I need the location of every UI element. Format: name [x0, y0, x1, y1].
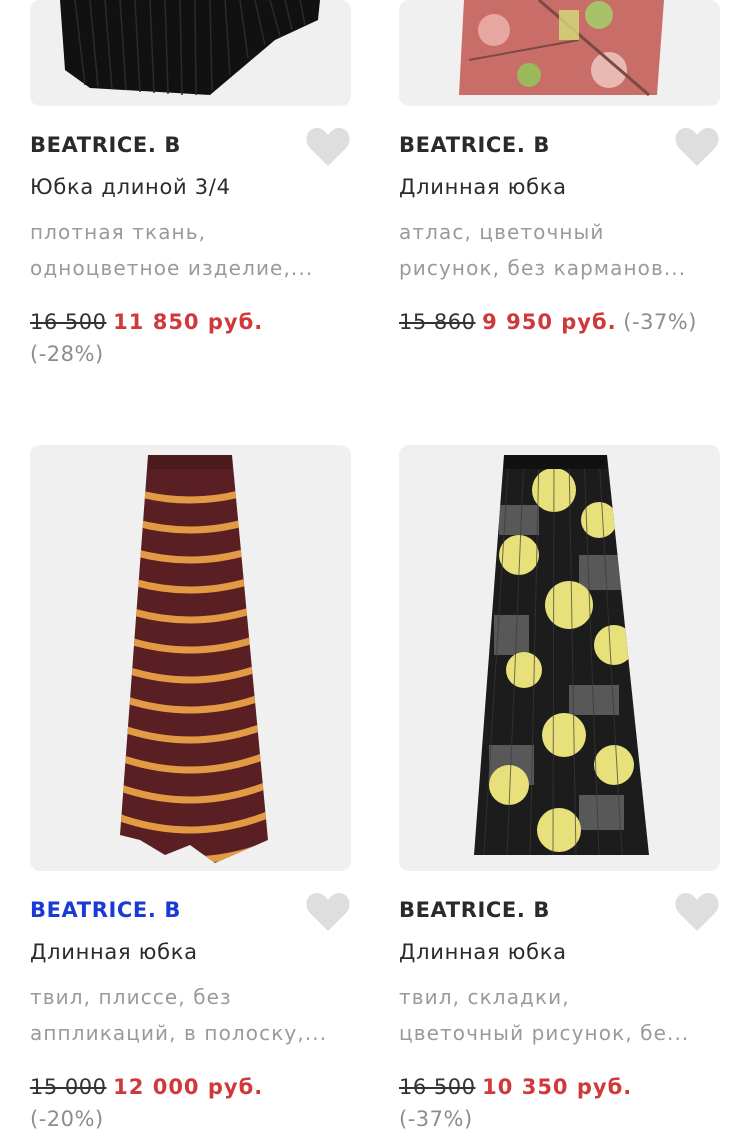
- favorite-heart-icon[interactable]: [674, 891, 720, 933]
- discount-badge: (-37%): [399, 1107, 473, 1131]
- brand-name[interactable]: BEATRICE. B: [30, 898, 181, 922]
- skirt-image: [60, 0, 320, 96]
- description-line: твил, плиссе, без: [30, 985, 232, 1009]
- product-description: плотная ткань, одноцветное изделие,...: [30, 214, 352, 286]
- product-image[interactable]: [399, 445, 720, 871]
- description-line: рисунок, без карманов...: [399, 256, 687, 280]
- brand-name[interactable]: BEATRICE. B: [30, 133, 181, 157]
- favorite-heart-icon[interactable]: [674, 126, 720, 168]
- product-title[interactable]: Юбка длиной 3/4: [30, 175, 231, 199]
- sale-price: 11 850 руб.: [113, 310, 264, 334]
- price-block: 15 860 9 950 руб. (-37%): [399, 306, 729, 338]
- discount-badge: (-28%): [30, 342, 104, 366]
- discount-badge: (-37%): [623, 310, 697, 334]
- old-price: 15 000: [30, 1075, 107, 1099]
- old-price: 15 860: [399, 310, 476, 334]
- description-line: атлас, цветочный: [399, 220, 605, 244]
- product-image[interactable]: [30, 445, 351, 871]
- description-line: твил, складки,: [399, 985, 570, 1009]
- product-description: атлас, цветочный рисунок, без карманов..…: [399, 214, 721, 286]
- price-block: 16 500 10 350 руб. (-37%): [399, 1071, 729, 1135]
- favorite-heart-icon[interactable]: [305, 126, 351, 168]
- brand-name[interactable]: BEATRICE. B: [399, 133, 550, 157]
- old-price: 16 500: [30, 310, 107, 334]
- product-title[interactable]: Длинная юбка: [399, 940, 567, 964]
- description-line: аппликаций, в полоску,...: [30, 1021, 328, 1045]
- skirt-image: [459, 0, 664, 97]
- skirt-image: [474, 455, 649, 855]
- discount-badge: (-20%): [30, 1107, 104, 1131]
- description-line: плотная ткань,: [30, 220, 207, 244]
- description-line: одноцветное изделие,...: [30, 256, 314, 280]
- sale-price: 9 950 руб.: [482, 310, 617, 334]
- description-line: цветочный рисунок, бе...: [399, 1021, 690, 1045]
- price-block: 16 500 11 850 руб. (-28%): [30, 306, 360, 370]
- product-description: твил, складки, цветочный рисунок, бе...: [399, 979, 721, 1051]
- product-image[interactable]: [399, 0, 720, 106]
- product-title[interactable]: Длинная юбка: [30, 940, 198, 964]
- old-price: 16 500: [399, 1075, 476, 1099]
- price-block: 15 000 12 000 руб. (-20%): [30, 1071, 360, 1135]
- product-description: твил, плиссе, без аппликаций, в полоску,…: [30, 979, 352, 1051]
- sale-price: 10 350 руб.: [482, 1075, 633, 1099]
- sale-price: 12 000 руб.: [113, 1075, 264, 1099]
- product-title[interactable]: Длинная юбка: [399, 175, 567, 199]
- skirt-image: [120, 455, 268, 863]
- brand-name[interactable]: BEATRICE. B: [399, 898, 550, 922]
- product-image[interactable]: [30, 0, 351, 106]
- favorite-heart-icon[interactable]: [305, 891, 351, 933]
